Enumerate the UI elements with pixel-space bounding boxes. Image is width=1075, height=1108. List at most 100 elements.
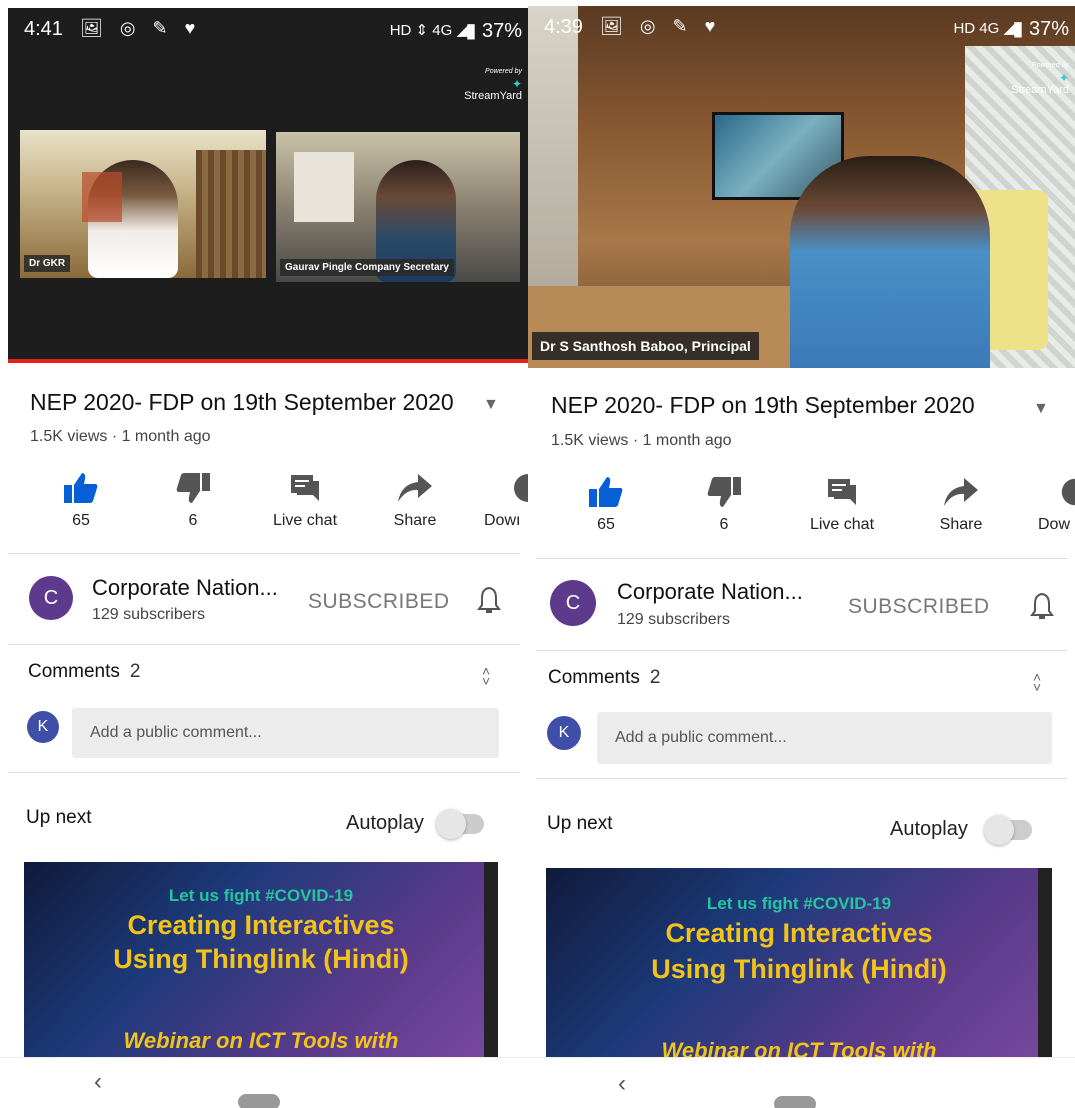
sort-chevron-icon[interactable]: ˄ ˅ [1033, 670, 1041, 694]
back-nav-icon[interactable]: ‹ [94, 1068, 102, 1096]
thumbnail-line: Using Thinglink (Hindi) [113, 944, 409, 974]
streamyard-icon: ✦ [511, 77, 522, 91]
autoplay-label: Autoplay [890, 818, 968, 840]
video-player[interactable]: 4:39 🖼 ◎ ✎ ♥ HD 4G ◢ ▮ 37% Powered by ✦ … [528, 6, 1075, 368]
like-count: 65 [597, 516, 615, 533]
divider [8, 772, 520, 773]
live-chat-label: Live chat [272, 512, 338, 529]
network-indicator: HD ⇕ 4G ◢ [389, 22, 468, 39]
home-nav-pill[interactable] [238, 1094, 280, 1108]
video-progress-bar[interactable] [8, 359, 528, 363]
participant-tile: Dr GKR [20, 130, 266, 278]
live-chat-button[interactable]: Live chat [787, 474, 897, 534]
comments-count: 2 [129, 661, 141, 682]
share-label: Share [393, 512, 437, 529]
live-chat-icon [250, 470, 360, 506]
video-player[interactable]: 4:41 🖼 ◎ ✎ ♥ HD ⇕ 4G ◢ ▮ 37% Powered by … [8, 8, 528, 363]
user-avatar: K [27, 711, 59, 743]
battery-indicator: ▮ 37% [465, 20, 522, 42]
expand-description-icon[interactable]: ▼ [1033, 400, 1049, 418]
action-bar: 65 6 Live chat Share Dow [528, 474, 1075, 554]
like-button[interactable]: 65 [551, 474, 661, 534]
notification-icons: 🖼 ◎ ✎ ♥ [80, 18, 202, 38]
up-next-thumbnail[interactable]: Let us fight #COVID-19 Creating Interact… [546, 868, 1052, 1068]
comments-count: 2 [649, 667, 661, 688]
participant-figure [790, 156, 990, 368]
up-next-thumbnail[interactable]: Let us fight #COVID-19 Creating Interact… [24, 862, 498, 1058]
subscribed-button[interactable]: SUBSCRIBED [308, 590, 450, 614]
dislike-button[interactable]: 6 [669, 474, 779, 534]
share-button[interactable]: Share [906, 474, 1016, 534]
thumbnail-line: Webinar on ICT Tools with [123, 1028, 399, 1053]
status-time: 4:39 [544, 16, 583, 38]
up-next-label: Up next [26, 807, 92, 828]
battery-indicator: ▮ 37% [1012, 18, 1069, 40]
notification-bell-icon[interactable] [1030, 592, 1054, 627]
thumb-down-icon [669, 474, 779, 510]
home-nav-pill[interactable] [774, 1096, 816, 1108]
back-nav-icon[interactable]: ‹ [618, 1070, 626, 1098]
participant-label: Dr S Santhosh Baboo, Principal [532, 332, 759, 360]
comments-label: Comments [548, 667, 640, 688]
subscribed-button[interactable]: SUBSCRIBED [848, 595, 990, 619]
download-label: Dow [1038, 516, 1071, 533]
video-title: NEP 2020- FDP on 19th September 2020 [551, 392, 975, 418]
progress-fill [8, 359, 528, 363]
comment-input[interactable]: Add a public comment... [597, 712, 1052, 764]
channel-avatar[interactable]: C [550, 580, 596, 626]
video-title: NEP 2020- FDP on 19th September 2020 [30, 389, 454, 415]
streamyard-logo: Powered by ✦ StreamYard [464, 68, 522, 102]
thumbnail-line: Creating Interactives [665, 918, 933, 948]
live-chat-icon [787, 474, 897, 510]
toggle-knob [436, 809, 466, 839]
screen-left: 4:41 🖼 ◎ ✎ ♥ HD ⇕ 4G ◢ ▮ 37% Powered by … [0, 0, 528, 1108]
comments-header[interactable]: Comments 2 [28, 661, 140, 683]
like-button[interactable]: 65 [26, 470, 136, 530]
video-meta: 1.5K views · 1 month ago [551, 432, 732, 449]
dislike-count: 6 [188, 512, 198, 529]
notification-bell-icon[interactable] [477, 586, 501, 621]
divider [8, 644, 520, 645]
thumbnail-line: Creating Interactives [127, 910, 395, 940]
thumbnail-line: Let us fight #COVID-19 [706, 894, 892, 913]
share-icon [360, 470, 470, 506]
status-bar: 4:39 🖼 ◎ ✎ ♥ HD 4G ◢ ▮ 37% [528, 6, 1075, 46]
download-label: Dowı [484, 512, 521, 529]
subscriber-count: 129 subscribers [92, 606, 205, 623]
autoplay-toggle[interactable] [436, 809, 484, 839]
system-nav-bar: ‹ [0, 1057, 528, 1108]
autoplay-toggle[interactable] [984, 815, 1032, 845]
system-nav-bar: ‹ [528, 1057, 1075, 1108]
thumb-up-icon [551, 474, 661, 510]
status-bar: 4:41 🖼 ◎ ✎ ♥ HD ⇕ 4G ◢ ▮ 37% [8, 8, 528, 48]
thumb-down-icon [138, 470, 248, 506]
divider [8, 553, 520, 554]
video-meta: 1.5K views · 1 month ago [30, 428, 211, 445]
participant-tile: Gaurav Pingle Company Secretary [276, 132, 520, 282]
dislike-button[interactable]: 6 [138, 470, 248, 530]
streamyard-logo: Powered by ✦ StreamYard [1011, 62, 1069, 96]
live-chat-button[interactable]: Live chat [250, 470, 360, 530]
comments-label: Comments [28, 661, 120, 682]
comment-input[interactable]: Add a public comment... [72, 708, 499, 758]
action-bar: 65 6 Live chat Share Dowı [0, 470, 528, 550]
thumbnail-edge [1038, 868, 1052, 1068]
status-time: 4:41 [24, 18, 63, 40]
download-button[interactable]: Dowı [470, 470, 528, 530]
share-button[interactable]: Share [360, 470, 470, 530]
sort-chevron-icon[interactable]: ˄ ˅ [482, 664, 490, 688]
expand-description-icon[interactable]: ▼ [483, 396, 499, 414]
window-blinds [196, 150, 266, 278]
live-chat-label: Live chat [809, 516, 875, 533]
download-button[interactable]: Dow [1018, 474, 1075, 534]
comments-header[interactable]: Comments 2 [548, 667, 660, 689]
download-icon [470, 470, 528, 506]
share-label: Share [939, 516, 983, 533]
channel-name[interactable]: Corporate Nation... [617, 579, 803, 605]
window [294, 152, 354, 222]
channel-avatar[interactable]: C [29, 576, 73, 620]
user-avatar: K [547, 716, 581, 750]
subscriber-count: 129 subscribers [617, 611, 730, 628]
channel-name[interactable]: Corporate Nation... [92, 575, 278, 601]
network-indicator: HD 4G ◢ [953, 20, 1015, 37]
